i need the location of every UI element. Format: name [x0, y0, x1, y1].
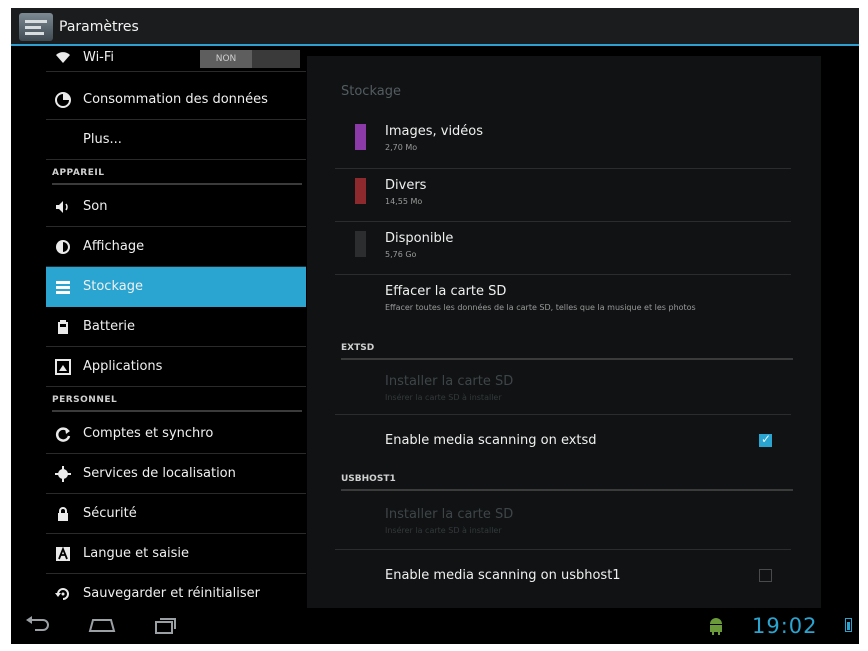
- speaker-icon: [55, 199, 71, 215]
- sidebar-item-label: Plus...: [83, 132, 122, 147]
- storage-detail-pane[interactable]: Stockage Images, vidéos 2,70 Mo Divers 1…: [307, 56, 821, 608]
- storage-entry-size: 2,70 Mo: [385, 143, 418, 152]
- media-scan-label: Enable media scanning on extsd: [385, 433, 597, 448]
- section-header-usbhost1: USBHOST1: [341, 474, 793, 491]
- storage-color-swatch: [355, 178, 366, 204]
- brightness-icon: [55, 239, 71, 255]
- install-sd-description: Insérer la carte SD à installer: [385, 526, 502, 535]
- sidebar-item-label: Langue et saisie: [83, 546, 190, 561]
- back-icon[interactable]: [25, 616, 51, 637]
- app-title: Paramètres: [59, 19, 139, 35]
- apps-icon: [55, 359, 71, 375]
- storage-entry-title: Disponible: [385, 231, 454, 246]
- wifi-icon: [55, 50, 71, 66]
- erase-sd-title: Effacer la carte SD: [385, 284, 507, 299]
- sidebar-item-label: Wi-Fi: [83, 50, 115, 65]
- sidebar-item-label: Stockage: [83, 279, 143, 294]
- sidebar-item-more[interactable]: Plus...: [46, 120, 306, 160]
- sidebar-item-accounts-sync[interactable]: Comptes et synchro: [46, 414, 306, 454]
- action-bar: Paramètres: [11, 8, 859, 46]
- storage-entry-misc[interactable]: Divers 14,55 Mo: [335, 168, 791, 222]
- erase-sd-description: Effacer toutes les données de la carte S…: [385, 303, 696, 312]
- android-debug-icon: [708, 617, 724, 635]
- sidebar-item-display[interactable]: Affichage: [46, 227, 306, 267]
- extsd-install-sd-item: Installer la carte SD Insérer la carte S…: [335, 362, 791, 415]
- sidebar-item-label: Batterie: [83, 319, 136, 334]
- install-sd-title: Installer la carte SD: [385, 374, 514, 389]
- sidebar-item-label: Comptes et synchro: [83, 426, 214, 441]
- section-header-personal: PERSONNEL: [52, 395, 302, 412]
- sidebar-item-data-usage[interactable]: Consommation des données: [46, 80, 306, 120]
- storage-entry-title: Images, vidéos: [385, 124, 484, 139]
- sidebar-item-storage[interactable]: Stockage: [46, 267, 306, 307]
- usbhost1-media-scan-checkbox[interactable]: [759, 569, 772, 582]
- media-scan-label: Enable media scanning on usbhost1: [385, 568, 621, 583]
- usbhost1-media-scan-item[interactable]: Enable media scanning on usbhost1: [335, 549, 791, 601]
- settings-list[interactable]: Wi-Fi NON Consommation des données Plus.…: [46, 46, 306, 616]
- sidebar-item-apps[interactable]: Applications: [46, 347, 306, 387]
- sidebar-item-sound[interactable]: Son: [46, 187, 306, 227]
- extsd-media-scan-item[interactable]: Enable media scanning on extsd: [335, 414, 791, 466]
- battery-status-icon: [845, 618, 852, 632]
- storage-entry-available[interactable]: Disponible 5,76 Go: [335, 221, 791, 275]
- storage-icon: [55, 279, 71, 295]
- lock-icon: [55, 506, 71, 522]
- location-icon: [55, 466, 71, 482]
- storage-entry-images-videos[interactable]: Images, vidéos 2,70 Mo: [335, 114, 791, 169]
- battery-icon: [55, 319, 71, 335]
- tablet-screen: Paramètres Wi-Fi NON Consommation des do…: [11, 8, 859, 644]
- language-icon: [55, 546, 71, 562]
- sidebar-item-label: Consommation des données: [83, 92, 268, 107]
- extsd-media-scan-checkbox[interactable]: [759, 432, 772, 447]
- sidebar-item-label: Affichage: [83, 239, 145, 254]
- sync-icon: [55, 426, 71, 442]
- install-sd-description: Insérer la carte SD à installer: [385, 393, 502, 402]
- home-icon[interactable]: [87, 616, 117, 637]
- usbhost1-install-sd-item: Installer la carte SD Insérer la carte S…: [335, 493, 791, 550]
- status-clock: 19:02: [752, 614, 818, 638]
- sidebar-item-battery[interactable]: Batterie: [46, 307, 306, 347]
- storage-color-swatch: [355, 231, 366, 257]
- erase-sd-card-item[interactable]: Effacer la carte SD Effacer toutes les d…: [335, 274, 791, 336]
- sidebar-item-security[interactable]: Sécurité: [46, 494, 306, 534]
- sidebar-item-label: Sécurité: [83, 506, 137, 521]
- wifi-toggle[interactable]: NON: [200, 50, 300, 68]
- sidebar-item-label: Services de localisation: [83, 466, 236, 481]
- storage-entry-title: Divers: [385, 178, 427, 193]
- sidebar-item-label: Son: [83, 199, 108, 214]
- storage-entry-size: 5,76 Go: [385, 250, 417, 259]
- install-sd-title: Installer la carte SD: [385, 507, 514, 522]
- wifi-toggle-state: NON: [200, 50, 252, 68]
- settings-app-icon[interactable]: [19, 13, 53, 41]
- sidebar-item-label: Applications: [83, 359, 163, 374]
- sidebar-item-location[interactable]: Services de localisation: [46, 454, 306, 494]
- storage-color-swatch: [355, 124, 366, 150]
- backup-icon: [55, 586, 71, 602]
- system-nav-bar: 19:02: [11, 608, 859, 644]
- pane-title: Stockage: [341, 84, 401, 99]
- sidebar-item-label: Sauvegarder et réinitialiser: [83, 586, 260, 601]
- data-usage-icon: [55, 92, 71, 108]
- sidebar-item-wifi[interactable]: Wi-Fi NON: [46, 46, 306, 72]
- storage-entry-size: 14,55 Mo: [385, 197, 423, 206]
- section-header-device: APPAREIL: [52, 168, 302, 185]
- sidebar-item-language[interactable]: Langue et saisie: [46, 534, 306, 574]
- recent-apps-icon[interactable]: [155, 616, 177, 637]
- section-header-extsd: EXTSD: [341, 343, 793, 360]
